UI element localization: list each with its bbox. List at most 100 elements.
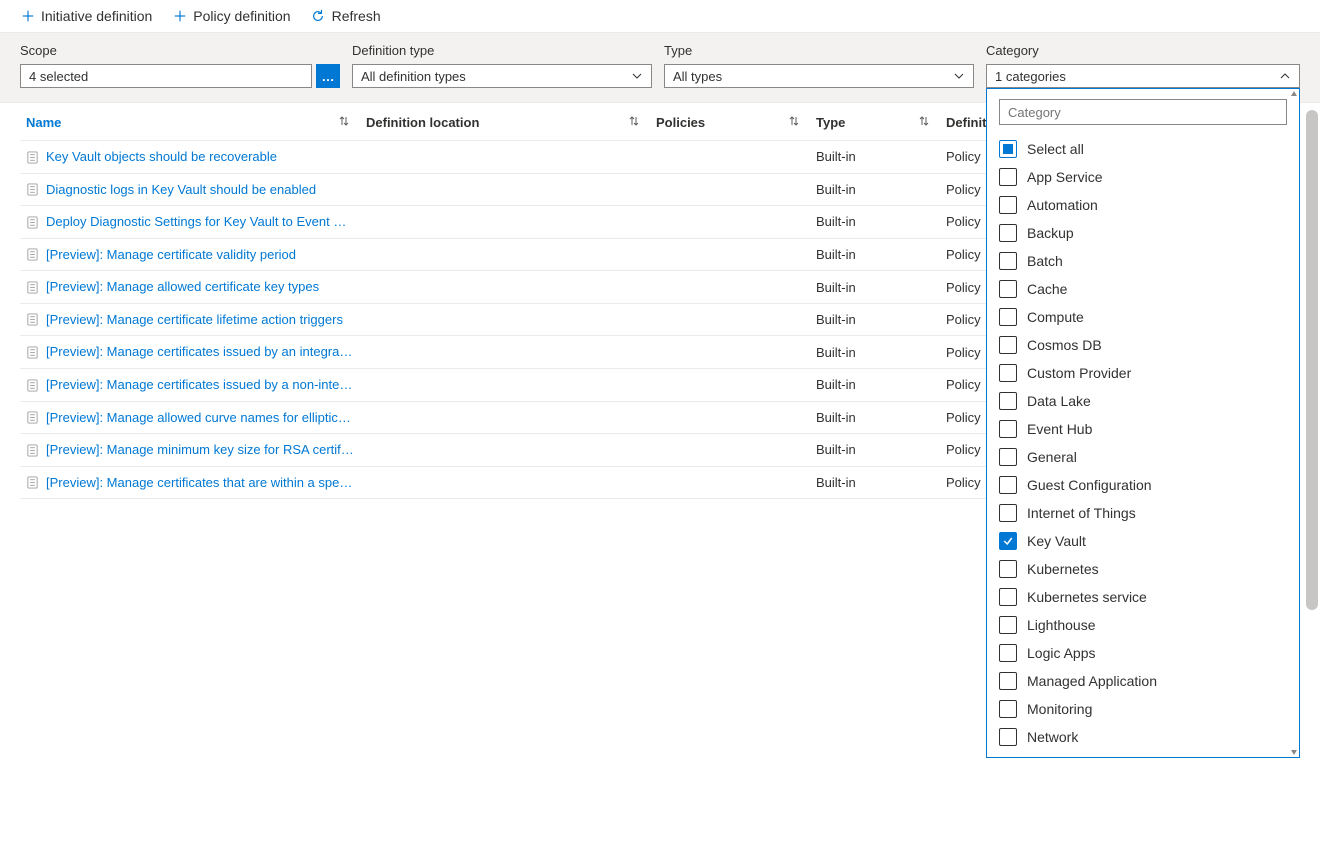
- category-label: Category: [986, 43, 1300, 58]
- category-option[interactable]: Internet of Things: [999, 499, 1287, 527]
- cell-policies: [650, 303, 810, 336]
- cell-name[interactable]: Deploy Diagnostic Settings for Key Vault…: [20, 206, 360, 239]
- category-option[interactable]: Monitoring: [999, 695, 1287, 723]
- checkbox-unchecked-icon: [999, 700, 1017, 718]
- cell-name[interactable]: Key Vault objects should be recoverable: [20, 141, 360, 174]
- cell-type: Built-in: [810, 434, 940, 467]
- cell-name[interactable]: [Preview]: Manage certificate lifetime a…: [20, 303, 360, 336]
- scope-label: Scope: [20, 43, 340, 58]
- scrollbar-thumb[interactable]: [1306, 110, 1318, 610]
- column-header-type[interactable]: Type: [810, 103, 940, 141]
- category-option[interactable]: Automation: [999, 191, 1287, 219]
- category-option[interactable]: Cosmos DB: [999, 331, 1287, 359]
- cell-name[interactable]: [Preview]: Manage certificates issued by…: [20, 336, 360, 369]
- checkbox-unchecked-icon: [999, 420, 1017, 438]
- cell-definition-location: [360, 141, 650, 174]
- main-scrollbar[interactable]: [1303, 110, 1320, 610]
- category-search-input[interactable]: [999, 99, 1287, 125]
- category-option[interactable]: Compute: [999, 303, 1287, 331]
- document-icon: [26, 248, 40, 262]
- cell-name[interactable]: [Preview]: Manage certificate validity p…: [20, 238, 360, 271]
- cell-policies: [650, 141, 810, 174]
- cell-policies: [650, 206, 810, 239]
- category-option[interactable]: Kubernetes service: [999, 583, 1287, 611]
- column-header-policies[interactable]: Policies: [650, 103, 810, 141]
- scroll-down-icon[interactable]: [1289, 747, 1299, 757]
- category-option-label: Guest Configuration: [1027, 477, 1152, 493]
- cell-name[interactable]: [Preview]: Manage allowed certificate ke…: [20, 271, 360, 304]
- cell-type: Built-in: [810, 303, 940, 336]
- definition-type-dropdown[interactable]: All definition types: [352, 64, 652, 88]
- chevron-down-icon: [953, 70, 965, 82]
- category-filter: Category 1 categories Select all App Ser…: [986, 43, 1300, 88]
- category-option[interactable]: General: [999, 443, 1287, 471]
- cell-name[interactable]: Diagnostic logs in Key Vault should be e…: [20, 173, 360, 206]
- initiative-definition-button[interactable]: Initiative definition: [20, 8, 152, 24]
- document-icon: [26, 411, 40, 425]
- cell-type: Built-in: [810, 466, 940, 499]
- policy-definition-button[interactable]: Policy definition: [172, 8, 290, 24]
- category-option-label: Kubernetes service: [1027, 589, 1147, 605]
- category-option[interactable]: Cache: [999, 275, 1287, 303]
- category-option[interactable]: Key Vault: [999, 527, 1287, 555]
- scroll-up-icon[interactable]: [1289, 89, 1299, 99]
- checkbox-unchecked-icon: [999, 476, 1017, 494]
- category-option-label: Logic Apps: [1027, 645, 1096, 661]
- category-option[interactable]: Backup: [999, 219, 1287, 247]
- category-option[interactable]: Event Hub: [999, 415, 1287, 443]
- cell-name[interactable]: [Preview]: Manage allowed curve names fo…: [20, 401, 360, 434]
- type-filter: Type All types: [664, 43, 974, 88]
- category-option-label: Data Lake: [1027, 393, 1091, 409]
- document-icon: [26, 183, 40, 197]
- checkbox-unchecked-icon: [999, 448, 1017, 466]
- checkbox-unchecked-icon: [999, 588, 1017, 606]
- category-option-label: Automation: [1027, 197, 1098, 213]
- cell-name[interactable]: [Preview]: Manage certificates issued by…: [20, 368, 360, 401]
- sort-icon: [338, 115, 352, 129]
- refresh-button[interactable]: Refresh: [311, 8, 381, 24]
- column-header-name[interactable]: Name: [20, 103, 360, 141]
- category-option-label: Backup: [1027, 225, 1074, 241]
- category-option-label: Batch: [1027, 253, 1063, 269]
- cell-name[interactable]: [Preview]: Manage minimum key size for R…: [20, 434, 360, 467]
- cell-definition-location: [360, 336, 650, 369]
- sort-icon: [918, 115, 932, 129]
- column-header-definition-location[interactable]: Definition location: [360, 103, 650, 141]
- category-option[interactable]: Logic Apps: [999, 639, 1287, 667]
- category-option[interactable]: App Service: [999, 163, 1287, 191]
- cell-definition-location: [360, 401, 650, 434]
- cell-definition-location: [360, 238, 650, 271]
- type-dropdown[interactable]: All types: [664, 64, 974, 88]
- category-option-label: Managed Application: [1027, 673, 1157, 689]
- refresh-label: Refresh: [332, 8, 381, 24]
- cell-definition-location: [360, 173, 650, 206]
- scope-picker-button[interactable]: …: [316, 64, 340, 88]
- category-option-label: Kubernetes: [1027, 561, 1099, 577]
- category-option[interactable]: Custom Provider: [999, 359, 1287, 387]
- category-option-label: General: [1027, 449, 1077, 465]
- category-option[interactable]: Network: [999, 723, 1287, 751]
- sort-icon: [788, 115, 802, 129]
- panel-scrollbar[interactable]: [1289, 89, 1299, 757]
- category-option[interactable]: Kubernetes: [999, 555, 1287, 583]
- document-icon: [26, 444, 40, 458]
- scope-input[interactable]: [20, 64, 312, 88]
- document-icon: [26, 151, 40, 165]
- category-option[interactable]: Guest Configuration: [999, 471, 1287, 499]
- category-option[interactable]: Batch: [999, 247, 1287, 275]
- category-option-label: App Service: [1027, 169, 1102, 185]
- category-option[interactable]: Data Lake: [999, 387, 1287, 415]
- cell-policies: [650, 368, 810, 401]
- category-option[interactable]: Lighthouse: [999, 611, 1287, 639]
- checkbox-unchecked-icon: [999, 616, 1017, 634]
- category-dropdown[interactable]: 1 categories Select all App ServiceAutom…: [986, 64, 1300, 88]
- checkbox-unchecked-icon: [999, 392, 1017, 410]
- category-option[interactable]: Managed Application: [999, 667, 1287, 695]
- category-option-select-all[interactable]: Select all: [999, 135, 1287, 163]
- category-option-label: Cache: [1027, 281, 1067, 297]
- category-dropdown-panel: Select all App Service Automation Backup Ba…: [986, 88, 1300, 758]
- checkbox-unchecked-icon: [999, 280, 1017, 298]
- cell-name[interactable]: [Preview]: Manage certificates that are …: [20, 466, 360, 499]
- category-option-list: Select all App Service Automation Backup Ba…: [999, 135, 1287, 751]
- cell-definition-location: [360, 271, 650, 304]
